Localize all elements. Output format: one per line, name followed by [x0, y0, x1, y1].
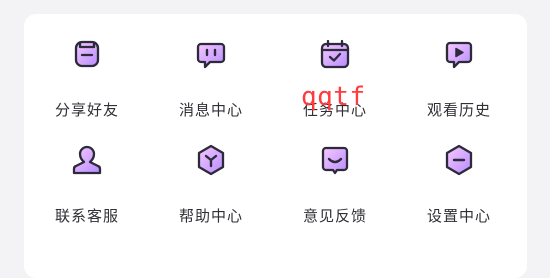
- menu-item-settings-center[interactable]: 设置中心: [399, 142, 519, 225]
- settings-center-icon: [441, 142, 477, 178]
- menu-item-label: 消息中心: [178, 101, 243, 119]
- menu-item-message-center[interactable]: 消息中心: [151, 36, 271, 119]
- message-center-icon: [193, 36, 229, 72]
- menu-item-task-center[interactable]: 任务中心: [275, 36, 395, 119]
- menu-item-watch-history[interactable]: 观看历史: [399, 36, 519, 119]
- menu-item-label: 任务中心: [302, 101, 367, 119]
- share-friend-icon: [69, 36, 105, 72]
- watch-history-icon: [441, 36, 477, 72]
- menu-item-customer-service[interactable]: 联系客服: [27, 142, 147, 225]
- feedback-icon: [317, 142, 353, 178]
- customer-service-icon: [69, 142, 105, 178]
- menu-card: 分享好友 消息中心 任务中心 观看历史 联系客服 帮助中心 意见反馈 设置中心: [24, 14, 527, 278]
- menu-item-label: 帮助中心: [178, 207, 243, 225]
- menu-item-label: 联系客服: [54, 207, 119, 225]
- menu-item-feedback[interactable]: 意见反馈: [275, 142, 395, 225]
- menu-item-label: 设置中心: [426, 207, 491, 225]
- menu-item-help-center[interactable]: 帮助中心: [151, 142, 271, 225]
- menu-item-label: 分享好友: [54, 101, 119, 119]
- menu-item-label: 意见反馈: [302, 207, 367, 225]
- menu-item-share-friends[interactable]: 分享好友: [27, 36, 147, 119]
- task-center-icon: [317, 36, 353, 72]
- help-center-icon: [193, 142, 229, 178]
- menu-item-label: 观看历史: [426, 101, 491, 119]
- menu-grid: 分享好友 消息中心 任务中心 观看历史 联系客服 帮助中心 意见反馈 设置中心: [24, 14, 527, 278]
